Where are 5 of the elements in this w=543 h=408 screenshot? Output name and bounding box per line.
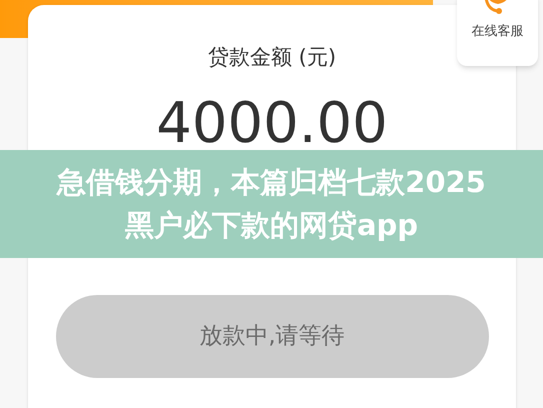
customer-service-label: 在线客服 [472,23,524,41]
loan-amount: 4000.00 [156,96,388,152]
loan-amount-label: 贷款金额 (元) [208,44,336,71]
customer-service-card[interactable]: 在线客服 [457,0,538,66]
banner-title: 急借钱分期，本篇归档七款2025黑户必下款的网贷app [55,164,487,244]
